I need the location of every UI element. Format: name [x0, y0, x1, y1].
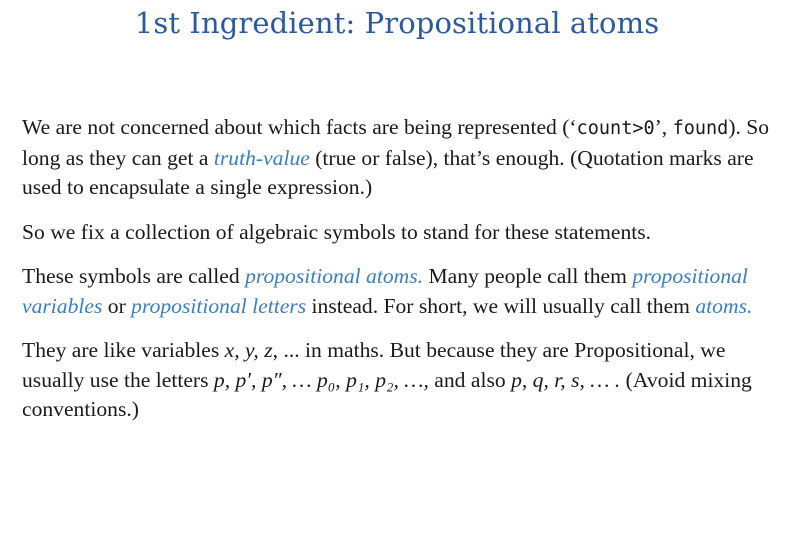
paragraph-symbols: So we fix a collection of algebraic symb… — [22, 219, 652, 244]
paragraph-variables: They are like variables x, y, z, ... in … — [22, 338, 752, 421]
paragraph-facts: We are not concerned about which facts a… — [22, 115, 770, 199]
paragraph-atoms: These symbols are called propositional a… — [22, 264, 753, 318]
math-pqrs: p, q, r, s, … . — [511, 367, 621, 392]
term-truth-value: truth-value — [213, 145, 310, 170]
math-xyz: x, y, z — [224, 338, 273, 362]
term-atoms: atoms. — [695, 293, 753, 318]
slide-title: 1st Ingredient: Propositional atoms — [134, 6, 660, 40]
code-count: count>0 — [576, 118, 655, 139]
math-p-letters: p, p′, p″, … p₀, p₁, p₂, …, — [213, 367, 429, 392]
term-propositional-letters: propositional letters — [131, 293, 307, 318]
slide-body: We are not concerned about which facts a… — [22, 113, 782, 440]
code-found: found — [672, 118, 729, 139]
term-propositional-atoms: propositional atoms. — [245, 264, 424, 288]
